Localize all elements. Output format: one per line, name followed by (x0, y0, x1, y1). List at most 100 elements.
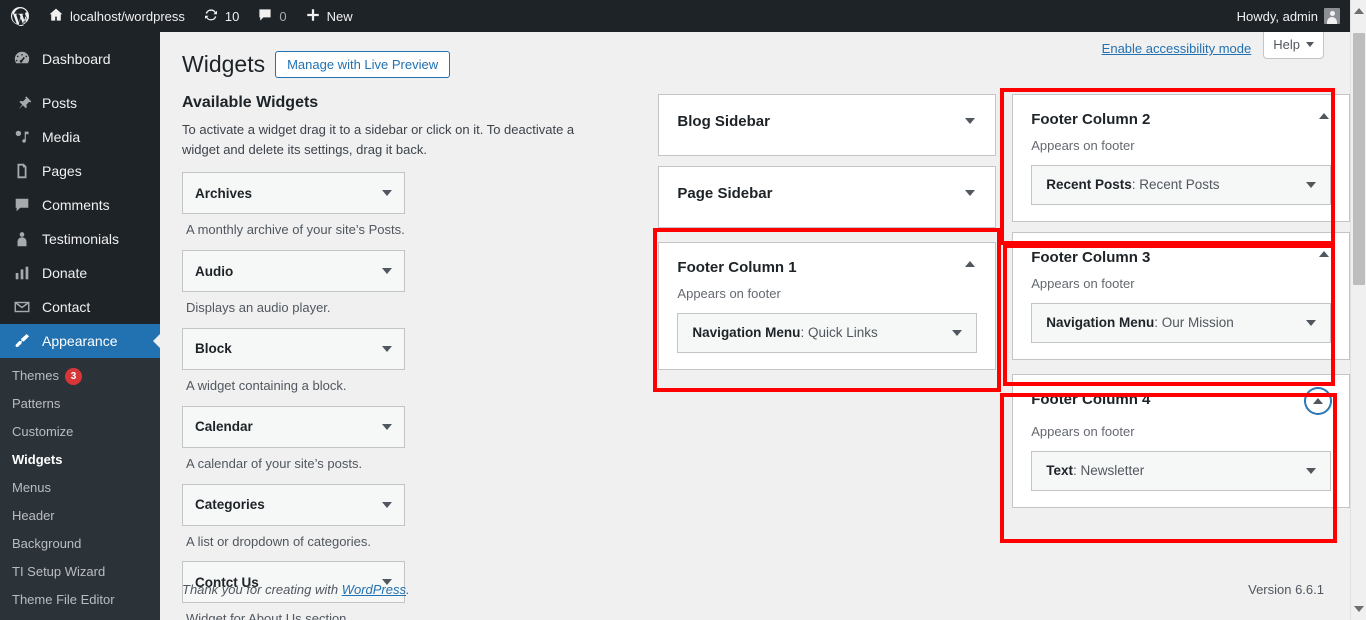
sidebar-item-themes[interactable]: Themes 3 (0, 362, 160, 390)
widget-title-label: Newsletter (1080, 463, 1145, 479)
widget-type-label: Recent Posts (1046, 177, 1132, 193)
scroll-down-arrow-icon[interactable] (1354, 606, 1364, 612)
sidebar-item-background[interactable]: Background (0, 530, 160, 558)
available-widget-audio[interactable]: Audio (182, 250, 405, 293)
manage-with-live-preview-button[interactable]: Manage with Live Preview (275, 51, 451, 79)
submenu-label: Widgets (12, 452, 63, 467)
widget-type-label: Navigation Menu (692, 325, 801, 341)
sidebar-item-appearance[interactable]: Appearance (0, 324, 160, 358)
admin-bar: localhost/wordpress 10 0 New Howdy, admi… (0, 0, 1366, 32)
sidebar-item-widgets[interactable]: Widgets (0, 446, 160, 474)
sidebar-item-menus[interactable]: Menus (0, 474, 160, 502)
howdy-label: Howdy, admin (1236, 8, 1318, 24)
sidebar-panel-subtitle: Appears on footer (1031, 137, 1135, 153)
submenu-label: Menus (12, 480, 52, 495)
chevron-down-icon[interactable] (963, 116, 977, 126)
sidebar-item-header[interactable]: Header (0, 502, 160, 530)
scroll-up-arrow-icon[interactable] (1354, 8, 1364, 14)
sidebar-panel-footer-column-3[interactable]: Footer Column 3 Appears on footer Naviga… (1012, 231, 1350, 360)
chevron-down-icon[interactable] (382, 268, 392, 275)
wordpress-logo-button[interactable] (0, 0, 39, 32)
admin-footer: Thank you for creating with WordPress. V… (160, 580, 1366, 620)
my-account-button[interactable]: Howdy, admin (1228, 0, 1340, 32)
comments-button[interactable]: 0 (248, 0, 295, 32)
available-widget-block[interactable]: Block (182, 327, 405, 370)
sidebar-item-customize[interactable]: Customize (0, 418, 160, 446)
submenu-label: Customize (12, 424, 74, 439)
sidebar-item-label: Media (42, 129, 81, 145)
avatar-icon (1324, 8, 1340, 24)
chevron-up-icon[interactable] (963, 259, 977, 269)
chevron-down-icon[interactable] (382, 190, 392, 197)
chevron-down-icon[interactable] (382, 501, 392, 508)
main-content: Enable accessibility mode Help Widgets M… (160, 32, 1350, 620)
envelope-icon (12, 297, 32, 317)
chevron-down-icon[interactable] (1305, 467, 1316, 474)
widget-description: A list or dropdown of categories. (186, 533, 371, 549)
sidebar-panel-page-sidebar[interactable]: Page Sidebar (658, 165, 997, 228)
assigned-widget-recent-posts[interactable]: Recent Posts: Recent Posts (1031, 164, 1331, 205)
comment-bubble-icon (12, 195, 32, 215)
media-icon (12, 127, 32, 147)
sidebar-item-posts[interactable]: Posts (0, 86, 160, 120)
chevron-up-icon[interactable] (1304, 387, 1331, 414)
pin-icon (12, 93, 32, 113)
help-tab-button[interactable]: Help (1263, 32, 1324, 59)
chart-bars-icon (12, 263, 32, 283)
site-name-button[interactable]: localhost/wordpress (39, 0, 194, 32)
sidebar-item-contact[interactable]: Contact (0, 290, 160, 324)
footer-thanks: Thank you for creating with WordPress. (182, 582, 410, 597)
chevron-down-icon[interactable] (1305, 319, 1316, 326)
available-widget: Audio Displays an audio player. (182, 250, 405, 328)
sidebar-item-comments[interactable]: Comments (0, 188, 160, 222)
wordpress-link[interactable]: WordPress (342, 582, 406, 597)
page-scrollbar[interactable] (1350, 0, 1366, 620)
available-widgets-column: Available Widgets To activate a widget d… (182, 94, 628, 620)
available-widget: Archives A monthly archive of your site’… (182, 172, 405, 250)
chevron-up-icon[interactable] (1317, 111, 1331, 121)
widget-type-colon: : (1154, 315, 1162, 331)
sidebar-panel-title: Page Sidebar (677, 184, 773, 202)
available-widget-calendar[interactable]: Calendar (182, 405, 405, 448)
comments-count: 0 (279, 8, 287, 24)
chevron-down-icon[interactable] (382, 423, 392, 430)
widget-type-colon: : (800, 325, 808, 341)
enable-accessibility-mode-link[interactable]: Enable accessibility mode (1102, 41, 1264, 56)
new-content-button[interactable]: New (296, 0, 362, 32)
chevron-up-icon[interactable] (1317, 249, 1331, 259)
sidebar-panel-footer-column-1[interactable]: Footer Column 1 Appears on footer Naviga… (658, 241, 997, 370)
scrollbar-thumb[interactable] (1353, 33, 1365, 285)
widget-name: Calendar (195, 419, 253, 435)
available-widget-archives[interactable]: Archives (182, 172, 405, 215)
sidebar-item-label: Pages (42, 163, 82, 179)
sidebar-panel-title: Footer Column 2 (1031, 110, 1151, 128)
chevron-down-icon[interactable] (952, 329, 963, 336)
sidebar-item-testimonials[interactable]: Testimonials (0, 222, 160, 256)
footer-thanks-post: . (406, 582, 410, 597)
widget-description: A widget containing a block. (186, 377, 347, 393)
sidebar-panel-blog-sidebar[interactable]: Blog Sidebar (658, 93, 997, 156)
submenu-label: Header (12, 508, 55, 523)
updates-button[interactable]: 10 (194, 0, 248, 32)
updates-icon (203, 7, 219, 26)
sidebar-item-dashboard[interactable]: Dashboard (0, 42, 160, 76)
chevron-down-icon[interactable] (382, 345, 392, 352)
assigned-widget-navigation-menu-our-mission[interactable]: Navigation Menu: Our Mission (1031, 302, 1331, 343)
assigned-widget-navigation-menu-quick-links[interactable]: Navigation Menu: Quick Links (677, 312, 978, 353)
sidebar-panel-footer-column-2[interactable]: Footer Column 2 Appears on footer Recent… (1012, 93, 1350, 222)
sidebar-item-donate[interactable]: Donate (0, 256, 160, 290)
chevron-down-icon[interactable] (963, 188, 977, 198)
sidebar-item-ti-setup-wizard[interactable]: TI Setup Wizard (0, 558, 160, 586)
available-widget-categories[interactable]: Categories (182, 483, 405, 526)
home-icon (48, 7, 64, 26)
chevron-down-icon[interactable] (1305, 181, 1316, 188)
submenu-label: Theme File Editor (12, 592, 115, 607)
sidebar-item-media[interactable]: Media (0, 120, 160, 154)
sidebar-item-label: Posts (42, 95, 78, 111)
sidebar-item-patterns[interactable]: Patterns (0, 390, 160, 418)
testimonials-icon (12, 229, 32, 249)
sidebar-item-pages[interactable]: Pages (0, 154, 160, 188)
sidebar-item-theme-file-editor[interactable]: Theme File Editor (0, 586, 160, 614)
assigned-widget-text-newsletter[interactable]: Text: Newsletter (1031, 450, 1331, 491)
sidebar-panel-footer-column-4[interactable]: Footer Column 4 Appears on footer Text: … (1012, 373, 1350, 508)
